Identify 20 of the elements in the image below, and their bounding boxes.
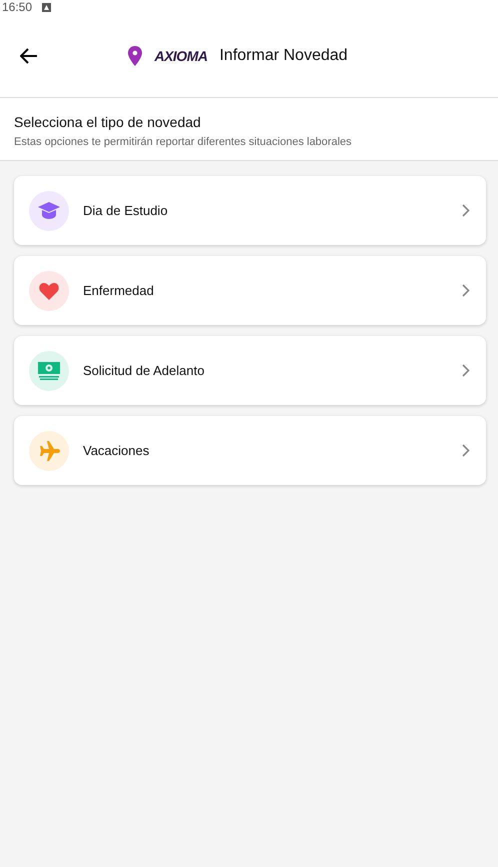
chevron-right-icon [462,204,470,217]
chevron-right-icon [462,444,470,457]
back-arrow-icon[interactable] [20,48,38,64]
option-label: Vacaciones [83,443,150,458]
section-subtitle: Estas opciones te permitirán reportar diferentes situaciones laborales [14,136,353,148]
status-time: 16:50 [2,0,32,14]
map-pin-icon [128,46,142,66]
option-label: Solicitud de Adelanto [83,363,206,378]
chevron-right-icon [462,364,470,377]
option-label: Enfermedad [83,283,155,298]
option-label: Dia de Estudio [83,203,169,218]
notification-icon [42,2,52,12]
option-card[interactable]: Dia de Estudio [14,176,486,245]
option-card[interactable]: Solicitud de Adelanto [14,336,486,405]
page-title: Informar Novedad [219,46,348,64]
section-heading: Selecciona el tipo de novedad [14,114,202,130]
option-card[interactable]: Vacaciones [14,416,486,485]
chevron-right-icon [462,284,470,297]
logo: AXIOMA [154,48,208,64]
option-card[interactable]: Enfermedad [14,256,486,325]
